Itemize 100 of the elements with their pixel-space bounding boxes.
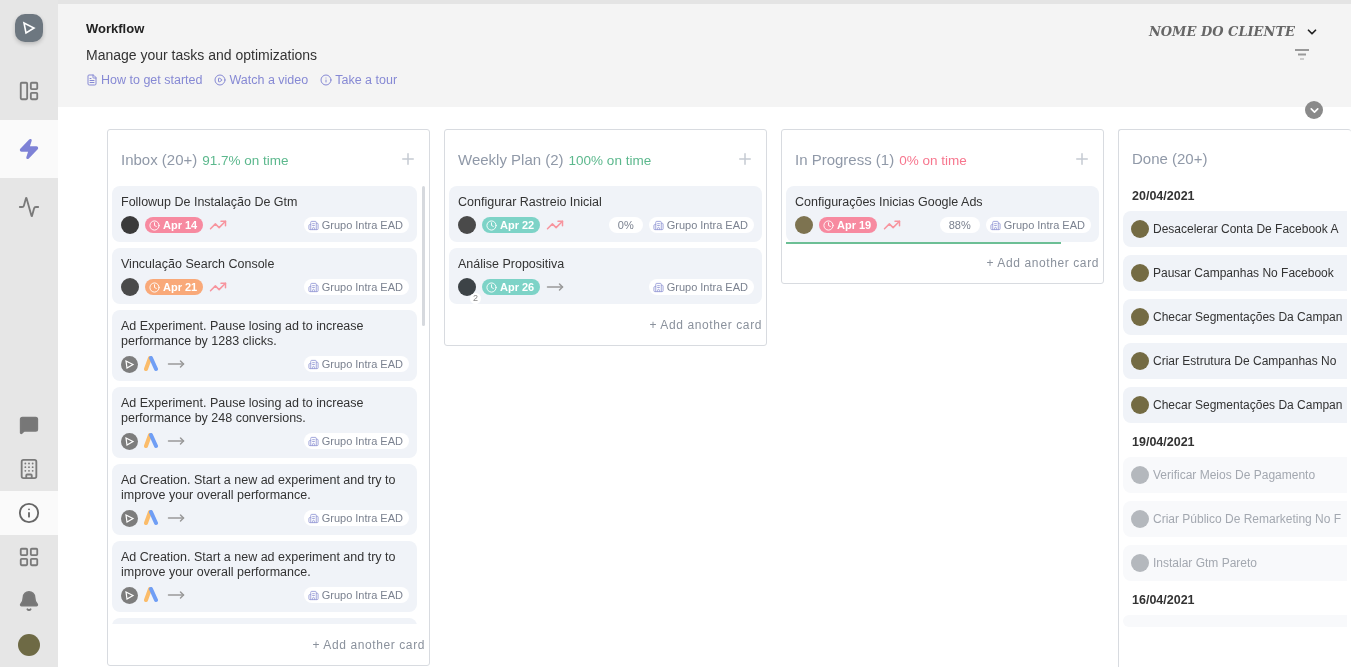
user-avatar	[18, 634, 40, 656]
nav-item[interactable]	[0, 491, 58, 535]
page-subtitle: Manage your tasks and optimizations	[86, 47, 319, 63]
building-icon	[18, 458, 40, 480]
assignee-avatar	[121, 216, 139, 234]
progress-percent: 0%	[608, 217, 643, 233]
assignee-avatar	[1131, 220, 1149, 238]
ads-logo-icon	[144, 587, 161, 603]
due-date-badge: Apr 22	[482, 217, 541, 233]
due-date-badge: Apr 26	[482, 279, 541, 295]
client-tag: Grupo Intra EAD	[648, 279, 754, 295]
building-icon	[989, 219, 1001, 231]
assignee-count: 2	[470, 293, 481, 304]
play-icon	[214, 74, 227, 86]
task-title: Ad Creation. Start a new ad experiment and try to improve your overall performance.	[121, 473, 397, 503]
assignee-avatar	[1131, 352, 1149, 370]
robot-icon	[121, 432, 138, 450]
done-task-card[interactable]: Checar Segmentações Da Campan	[1123, 387, 1347, 423]
building-icon	[652, 219, 664, 231]
building-icon	[652, 281, 664, 293]
task-card[interactable]: Ad Creation. Start a new ad experiment and try to improve your overall performance. Grupo Intra EAD	[112, 464, 417, 535]
due-date-badge: Apr 21	[145, 279, 204, 295]
due-date-badge: Apr 14	[145, 217, 204, 233]
assignee-avatar	[458, 216, 476, 234]
task-title: Checar Segmentações Da Campan	[1153, 398, 1343, 412]
scrollbar[interactable]	[422, 186, 425, 326]
client-tag: Grupo Intra EAD	[303, 433, 409, 449]
assignee-avatar	[121, 278, 139, 296]
task-title: Configurações Inicias Google Ads	[795, 195, 984, 210]
assignee-avatar	[1131, 308, 1149, 326]
pulse-icon	[18, 196, 40, 218]
client-dropdown[interactable]: NOME DO CLIENTE	[1148, 24, 1319, 39]
progress-percent: 88%	[939, 217, 980, 233]
task-title: Criar Estrutura De Campanhas No	[1153, 354, 1337, 368]
task-card[interactable]: Configurar Rastreio Inicial Apr 22 0% Grupo Intra EAD	[449, 186, 762, 242]
task-card[interactable]: Vinculação Search Console Apr 21 Grupo Intra EAD	[112, 248, 417, 304]
assignee-avatar	[795, 216, 813, 234]
apps-add-icon	[18, 546, 40, 568]
assignee-avatar	[1131, 466, 1149, 484]
task-title: Análise Propositiva	[458, 257, 566, 272]
building-icon	[307, 358, 319, 370]
assignee-avatar	[1131, 396, 1149, 414]
clock-icon	[486, 281, 497, 293]
robot-icon	[121, 355, 138, 373]
notification-icon	[18, 590, 40, 612]
task-title: Configurar Rastreio Inicial	[458, 195, 603, 210]
building-icon	[307, 589, 319, 601]
building-icon	[307, 219, 319, 231]
done-task-card[interactable]: Pausar Campanhas No Facebook	[1123, 255, 1347, 291]
clock-icon	[149, 281, 160, 293]
task-card[interactable]: Followup De Instalação De Gtm Apr 14 Grupo Intra EAD	[112, 186, 417, 242]
client-tag: Grupo Intra EAD	[303, 587, 409, 603]
task-title: Vinculação Search Console	[121, 257, 276, 272]
robot-icon	[121, 509, 138, 527]
ads-logo-icon	[144, 433, 161, 449]
page-title: Workflow	[86, 21, 146, 36]
assignee-avatar	[1131, 554, 1149, 572]
task-card[interactable]: Configurações Inicias Google Ads Apr 19 88% Grupo Intra EAD	[786, 186, 1099, 242]
client-tag: Grupo Intra EAD	[303, 510, 409, 526]
column-title: In Progress (1)	[795, 150, 895, 168]
on-time-rate: 91.7% on time	[202, 152, 289, 168]
task-card[interactable]: Ad Experiment. Pause losing ad to increase performance by 1283 clicks. Grupo Intra EAD	[112, 310, 417, 381]
client-tag: Grupo Intra EAD	[303, 279, 409, 295]
board-icon	[18, 80, 40, 102]
task-card[interactable]: Ad Creation. Start a new ad experiment and try to improve your overall performance. Grupo Intra EAD	[112, 541, 417, 612]
on-time-rate: 100% on time	[568, 152, 652, 168]
task-card[interactable]: Ad Experiment. Pause losing ad to increase performance by 248 conversions. Grupo Intra EAD	[112, 387, 417, 458]
task-title: Criar Público De Remarketing No F	[1153, 512, 1342, 526]
date-heading: 20/04/2021	[1131, 188, 1196, 205]
clock-icon	[486, 219, 497, 231]
robot-icon	[121, 586, 138, 604]
nav-item[interactable]	[0, 120, 58, 178]
assignee-avatar	[1131, 264, 1149, 282]
done-task-card[interactable]: Desacelerar Conta De Facebook A	[1123, 211, 1347, 247]
assignee-avatar	[458, 278, 476, 296]
task-title: Followup De Instalação De Gtm	[121, 195, 299, 210]
task-title: Ad Experiment. Pause losing ad to increase performance by 1283 clicks.	[121, 319, 365, 349]
task-title: Ad Experiment. Pause losing ad to increase performance by 248 conversions.	[121, 396, 365, 426]
building-icon	[307, 435, 319, 447]
done-task-card[interactable]: Checar Segmentações Da Campan	[1123, 299, 1347, 335]
info-icon	[320, 74, 333, 86]
task-title: Desacelerar Conta De Facebook A	[1153, 222, 1339, 236]
date-heading: 16/04/2021	[1131, 592, 1196, 609]
done-task-card[interactable]: Criar Estrutura De Campanhas No	[1123, 343, 1347, 379]
task-card[interactable]: Análise Propositiva 2 Apr 26 Grupo Intra EAD	[449, 248, 762, 304]
info-icon	[18, 502, 40, 524]
client-tag: Grupo Intra EAD	[985, 217, 1091, 233]
due-date-badge: Apr 19	[819, 217, 878, 233]
building-icon	[307, 512, 319, 524]
filter-icon[interactable]	[1295, 49, 1309, 60]
ads-logo-icon	[144, 510, 161, 526]
column-title: Weekly Plan (2)	[458, 150, 564, 168]
task-title: Ad Creation. Start a new ad experiment and try to improve your overall performance.	[121, 550, 397, 580]
app-logo[interactable]	[15, 14, 43, 42]
column-title: Done (20+)	[1132, 150, 1208, 167]
clock-icon	[823, 219, 834, 231]
task-title: Instalar Gtm Pareto	[1153, 556, 1258, 570]
collapse-button[interactable]	[1305, 101, 1323, 119]
date-heading: 19/04/2021	[1131, 434, 1196, 451]
client-tag: Grupo Intra EAD	[303, 217, 409, 233]
